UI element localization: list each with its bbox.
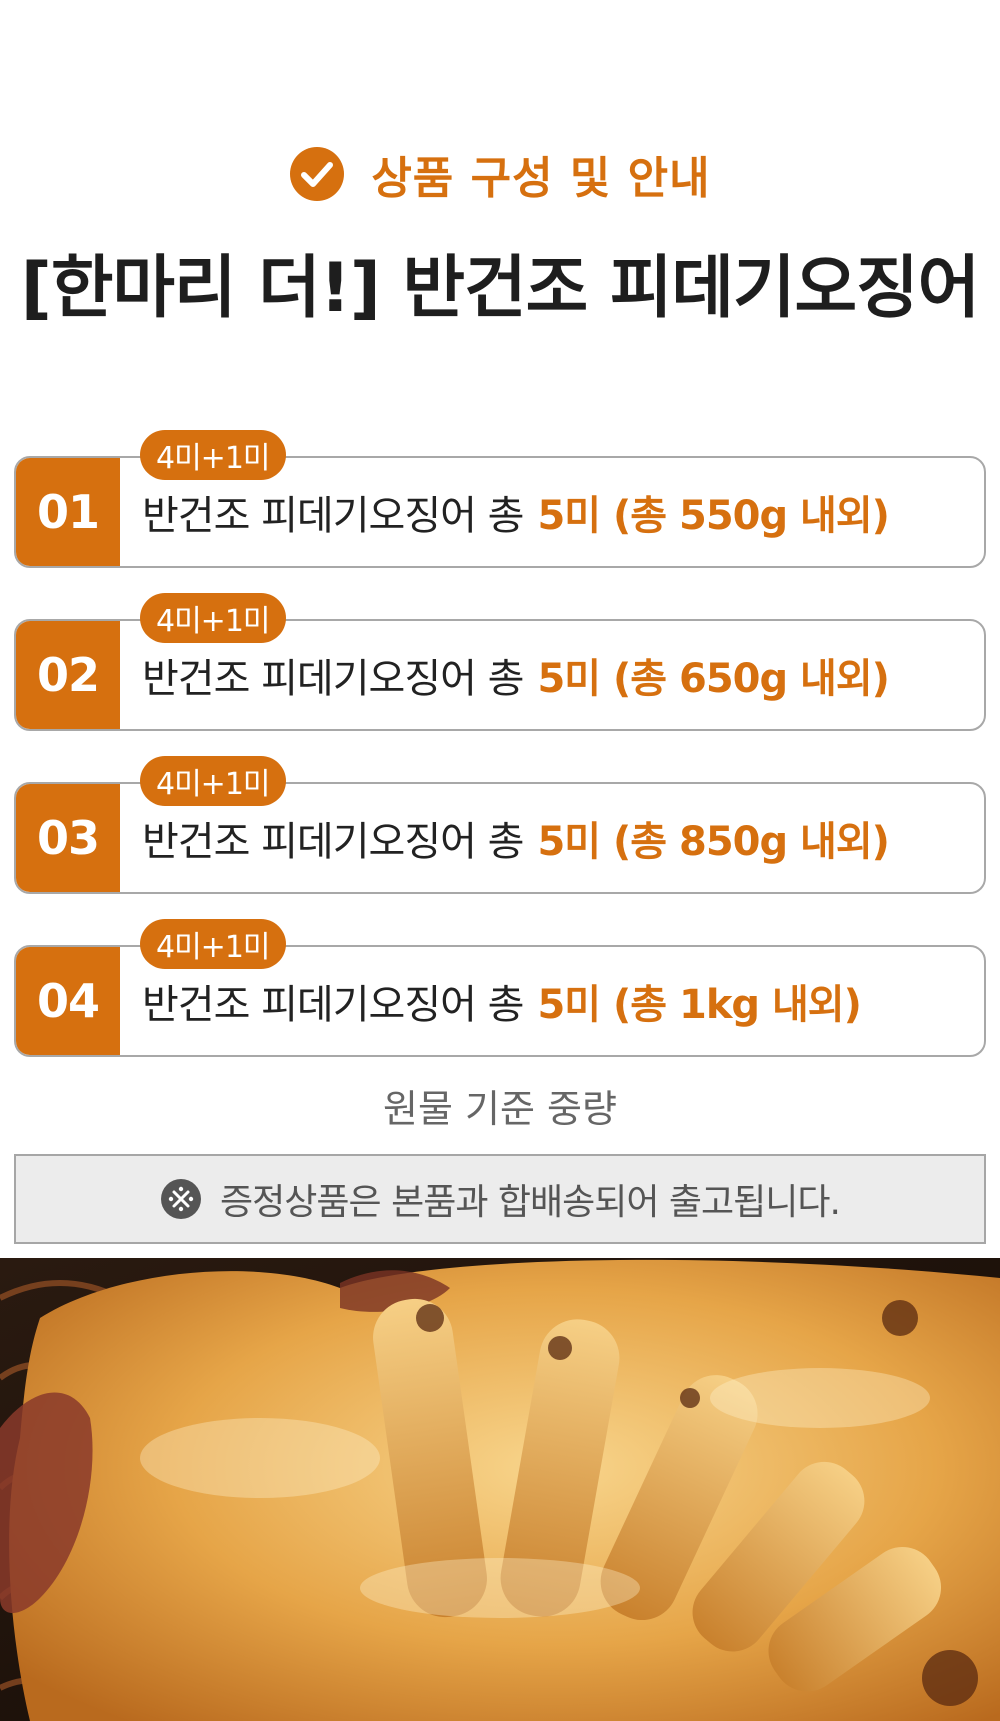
section-title: 상품 구성 및 안내 [371, 153, 711, 204]
option-highlight: 5미 (총 650g 내외) [537, 656, 890, 702]
section-heading: 상품 구성 및 안내 [0, 138, 1000, 210]
option-badge: 4미+1미 [140, 593, 286, 643]
weight-note: 원물 기준 중량 [383, 1087, 617, 1131]
option-number: 02 [16, 621, 120, 729]
option-highlight: 5미 (총 850g 내외) [537, 819, 890, 865]
option-item: 01 반건조 피데기오징어 총 5미 (총 550g 내외) 4미+1미 [14, 430, 986, 568]
notice-text: 증정상품은 본품과 합배송되어 출고됩니다. [220, 1182, 841, 1223]
notice-box: 증정상품은 본품과 합배송되어 출고됩니다. [14, 1154, 986, 1244]
option-number: 01 [16, 458, 120, 566]
option-item: 02 반건조 피데기오징어 총 5미 (총 650g 내외) 4미+1미 [14, 593, 986, 731]
option-desc-text: 반건조 피데기오징어 총 [142, 493, 524, 539]
option-item: 03 반건조 피데기오징어 총 5미 (총 850g 내외) 4미+1미 [14, 756, 986, 894]
option-badge: 4미+1미 [140, 919, 286, 969]
product-title: [한마리 더!] 반건조 피데기오징어 [20, 249, 980, 328]
option-badge: 4미+1미 [140, 430, 286, 480]
option-highlight: 5미 (총 1kg 내외) [537, 982, 861, 1028]
check-circle-icon [290, 147, 345, 201]
option-desc-text: 반건조 피데기오징어 총 [142, 982, 524, 1028]
grilled-squid-photo [0, 1258, 1000, 1721]
option-number: 03 [16, 784, 120, 892]
option-number: 04 [16, 947, 120, 1055]
option-item: 04 반건조 피데기오징어 총 5미 (총 1kg 내외) 4미+1미 [14, 919, 986, 1057]
option-desc-text: 반건조 피데기오징어 총 [142, 656, 524, 702]
reference-mark-icon [161, 1179, 202, 1219]
option-desc-text: 반건조 피데기오징어 총 [142, 819, 524, 865]
option-highlight: 5미 (총 550g 내외) [537, 493, 890, 539]
option-badge: 4미+1미 [140, 756, 286, 806]
